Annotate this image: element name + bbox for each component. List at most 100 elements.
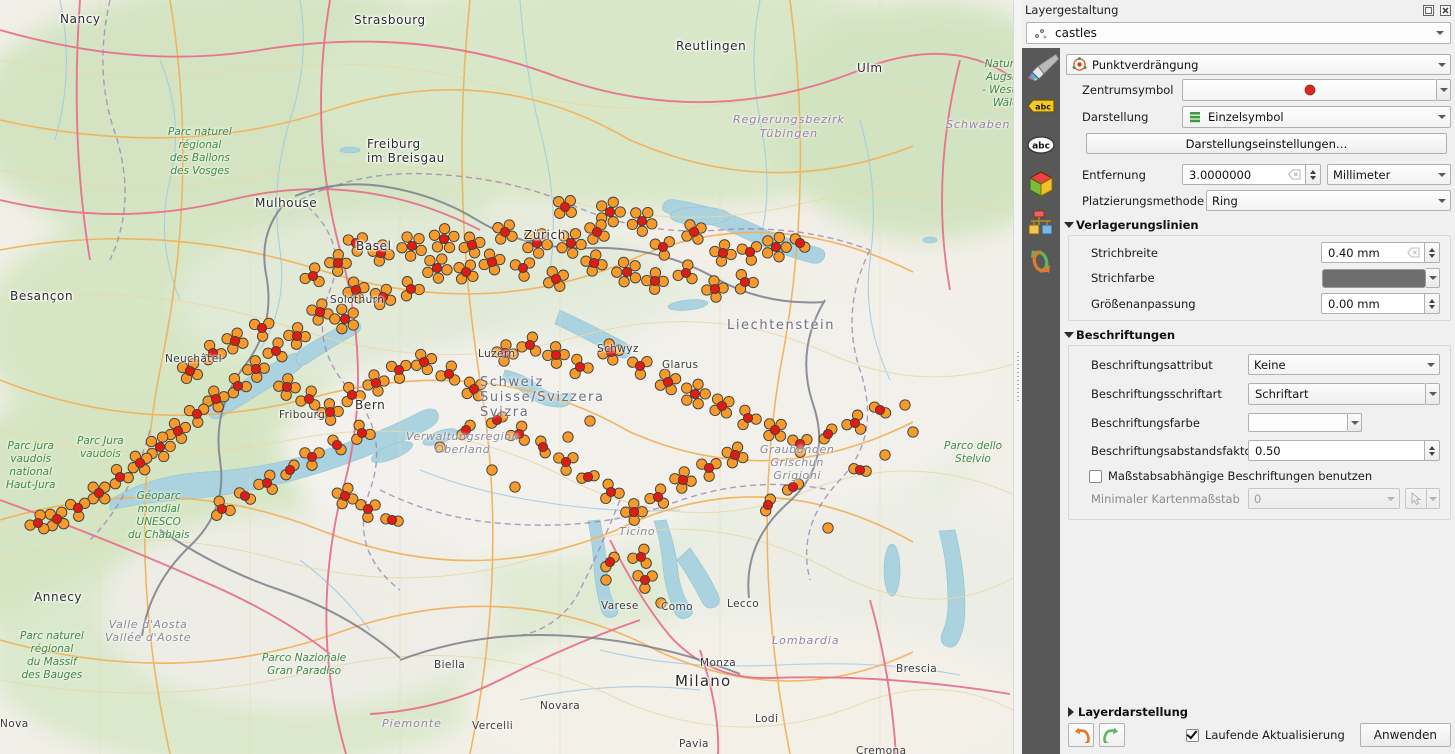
label-distance-factor-label: Beschriftungsabstandsfaktor [1073, 444, 1248, 458]
chevron-down-icon[interactable] [1434, 63, 1450, 67]
chevron-down-icon[interactable] [1432, 31, 1448, 35]
size-adjustment-input[interactable]: 0.00 mm [1321, 293, 1425, 314]
distance-value: 3.0000000 [1189, 168, 1288, 182]
scale-dependent-labels-row[interactable]: Maßstabsabhängige Beschriftungen benutze… [1089, 469, 1446, 483]
layer-rendering-group-header[interactable]: Layerdarstellung [1064, 705, 1455, 719]
stroke-width-stepper[interactable] [1425, 242, 1440, 263]
distance-input[interactable]: 3.0000000 [1182, 164, 1306, 185]
layer-styling-panel: Layergestaltung [1022, 0, 1455, 754]
size-adjustment-label: Größenanpassung [1073, 297, 1191, 311]
apply-button[interactable]: Anwenden [1360, 723, 1451, 747]
stroke-color-dropdown[interactable] [1426, 268, 1440, 288]
stroke-color-row: Strichfarbe [1073, 268, 1446, 288]
label-font-button[interactable]: Schriftart [1248, 383, 1426, 405]
label-font-label: Beschriftungsschriftart [1073, 387, 1248, 401]
label-attribute-label: Beschriftungsattribut [1073, 358, 1248, 372]
chevron-down-icon[interactable] [1434, 173, 1450, 177]
symbology-tab-icon[interactable] [1026, 52, 1060, 82]
stroke-width-input[interactable]: 0.40 mm [1321, 242, 1425, 263]
displacement-lines-group-body: Strichbreite 0.40 mm [1068, 235, 1451, 321]
panel-footer: Laufende Aktualisierung Anwenden [1068, 723, 1451, 747]
clear-icon[interactable] [1407, 246, 1420, 259]
size-adjustment-stepper[interactable] [1425, 293, 1440, 314]
stroke-color-swatch[interactable] [1322, 269, 1426, 288]
label-color-dropdown[interactable] [1348, 413, 1362, 432]
map-canvas[interactable]: NancyStrasbourgReutlingenUlmParc naturel… [0, 0, 1013, 754]
live-update-checkbox[interactable] [1186, 729, 1199, 742]
splitter-grip[interactable] [1017, 352, 1019, 402]
layer-rendering-group-title: Layerdarstellung [1078, 705, 1188, 719]
float-panel-icon[interactable] [1421, 3, 1435, 17]
label-color-row: Beschriftungsfarbe [1073, 413, 1446, 432]
single-symbol-icon [1188, 110, 1203, 125]
distance-row: Entfernung 3.0000000 [1064, 164, 1451, 185]
chevron-down-icon [1383, 497, 1399, 501]
labels-group-header[interactable]: Beschriftungen [1062, 328, 1455, 342]
scale-dependent-labels-checkbox[interactable] [1089, 470, 1102, 483]
placement-method-label: Platzierungsmethode [1064, 194, 1206, 208]
svg-text:abc: abc [1032, 142, 1050, 152]
symbology-form: Punktverdrängung Zentrumsymbol [1060, 48, 1455, 754]
close-icon[interactable] [1438, 3, 1452, 17]
labels-group-body: Beschriftungsattribut Keine Beschriftung… [1068, 345, 1451, 520]
bottom-section: Layerdarstellung [1060, 698, 1455, 754]
label-font-dropdown[interactable] [1426, 383, 1440, 405]
panel-splitter[interactable] [1013, 0, 1022, 754]
masks-tab-icon[interactable]: abc [1025, 129, 1057, 161]
layer-selector-value: castles [1055, 26, 1432, 40]
size-adjustment-row: Größenanpassung 0.00 mm [1073, 293, 1446, 314]
panel-icon-strip: abc abc [1022, 48, 1060, 754]
red-dot-icon [1303, 83, 1317, 97]
distance-stepper[interactable] [1306, 164, 1321, 185]
undo-button[interactable] [1068, 723, 1094, 747]
stroke-color-label: Strichfarbe [1073, 271, 1191, 285]
chevron-down-icon[interactable] [1423, 363, 1439, 367]
redo-button[interactable] [1099, 723, 1125, 747]
placement-method-row: Platzierungsmethode Ring [1064, 190, 1451, 211]
center-symbol-label: Zentrumsymbol [1064, 83, 1182, 97]
center-symbol-row: Zentrumsymbol [1064, 79, 1451, 101]
label-attribute-value: Keine [1254, 358, 1423, 372]
svg-text:abc: abc [1035, 103, 1051, 112]
representation-combo[interactable]: Einzelsymbol [1182, 106, 1451, 128]
displacement-lines-group-header[interactable]: Verlagerungslinien [1062, 218, 1455, 232]
diagrams-tab-icon[interactable] [1025, 207, 1057, 239]
min-map-scale-label: Minimaler Kartenmaßstab [1073, 492, 1248, 506]
center-symbol-dropdown[interactable] [1437, 79, 1451, 101]
layer-selector[interactable]: castles [1026, 22, 1451, 44]
label-distance-factor-input[interactable]: 0.50 [1248, 440, 1425, 461]
history-tab-icon[interactable] [1025, 246, 1057, 278]
renderer-combo[interactable]: Punktverdrängung [1066, 54, 1451, 75]
scale-dependent-labels-label: Maßstabsabhängige Beschriftungen benutze… [1108, 469, 1372, 483]
qgis-window: NancyStrasbourgReutlingenUlmParc naturel… [0, 0, 1455, 754]
center-symbol-preview[interactable] [1182, 79, 1437, 101]
displacement-lines-group-title: Verlagerungslinien [1076, 218, 1199, 232]
distance-unit-combo[interactable]: Millimeter [1327, 164, 1451, 185]
chevron-down-icon[interactable] [1062, 332, 1076, 338]
label-distance-factor-stepper[interactable] [1425, 440, 1440, 461]
size-adjustment-value: 0.00 mm [1328, 297, 1420, 311]
chevron-right-icon[interactable] [1064, 707, 1078, 717]
label-distance-factor-value: 0.50 [1255, 444, 1420, 458]
labels-tab-icon[interactable]: abc [1025, 90, 1057, 122]
representation-settings-button[interactable]: Darstellungseinstellungen… [1086, 133, 1447, 154]
point-layer-icon [1033, 25, 1049, 41]
clear-icon[interactable] [1288, 168, 1301, 181]
stroke-width-value: 0.40 mm [1328, 246, 1407, 260]
chevron-down-icon[interactable] [1434, 199, 1450, 203]
cube-3d-icon[interactable] [1025, 168, 1057, 200]
label-font-value: Schriftart [1255, 387, 1308, 401]
representation-settings-row: Darstellungseinstellungen… [1064, 133, 1451, 159]
placement-method-combo[interactable]: Ring [1206, 190, 1451, 211]
chevron-down-icon[interactable] [1434, 115, 1450, 119]
label-attribute-row: Beschriftungsattribut Keine [1073, 354, 1446, 375]
label-color-swatch[interactable] [1248, 413, 1348, 432]
point-displacement-icon [1072, 57, 1087, 72]
chevron-down-icon[interactable] [1062, 222, 1076, 228]
label-attribute-combo[interactable]: Keine [1248, 354, 1440, 375]
stroke-width-row: Strichbreite 0.40 mm [1073, 242, 1446, 263]
set-scale-dropdown [1427, 488, 1440, 509]
distance-unit-value: Millimeter [1333, 168, 1434, 182]
live-update-row[interactable]: Laufende Aktualisierung [1186, 728, 1345, 742]
representation-row: Darstellung Einzelsymbol [1064, 106, 1451, 128]
